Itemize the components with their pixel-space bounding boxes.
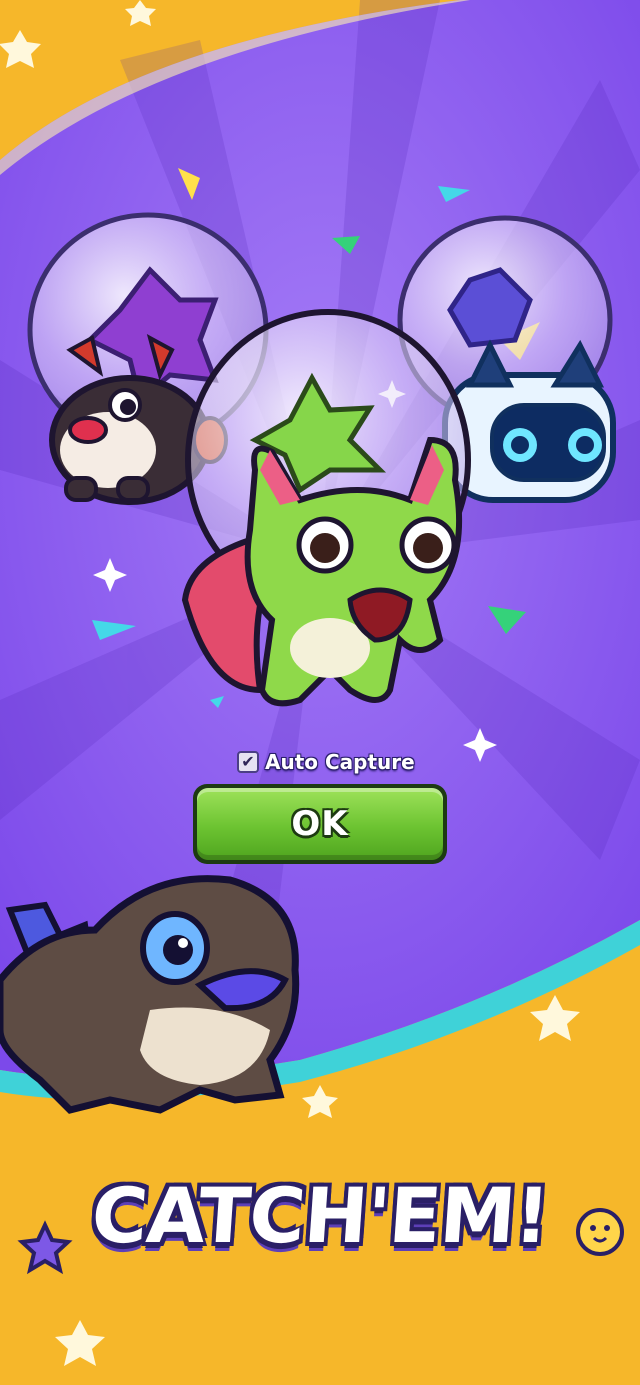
- catch-em-banner: CATCH'EM!: [40, 1160, 600, 1270]
- brown-lizard-creature-icon: [0, 875, 300, 1114]
- green-leaf-cat-creature-icon: [181, 309, 471, 707]
- catch-em-title: CATCH'EM!: [88, 1170, 552, 1260]
- ok-button-face[interactable]: OK: [197, 788, 443, 860]
- ok-button[interactable]: OK: [193, 784, 447, 864]
- auto-capture-label: Auto Capture: [265, 750, 415, 774]
- auto-capture-checkbox[interactable]: ✔: [237, 751, 259, 773]
- auto-capture-toggle[interactable]: ✔ Auto Capture: [237, 748, 415, 776]
- ok-button-label: OK: [291, 804, 349, 844]
